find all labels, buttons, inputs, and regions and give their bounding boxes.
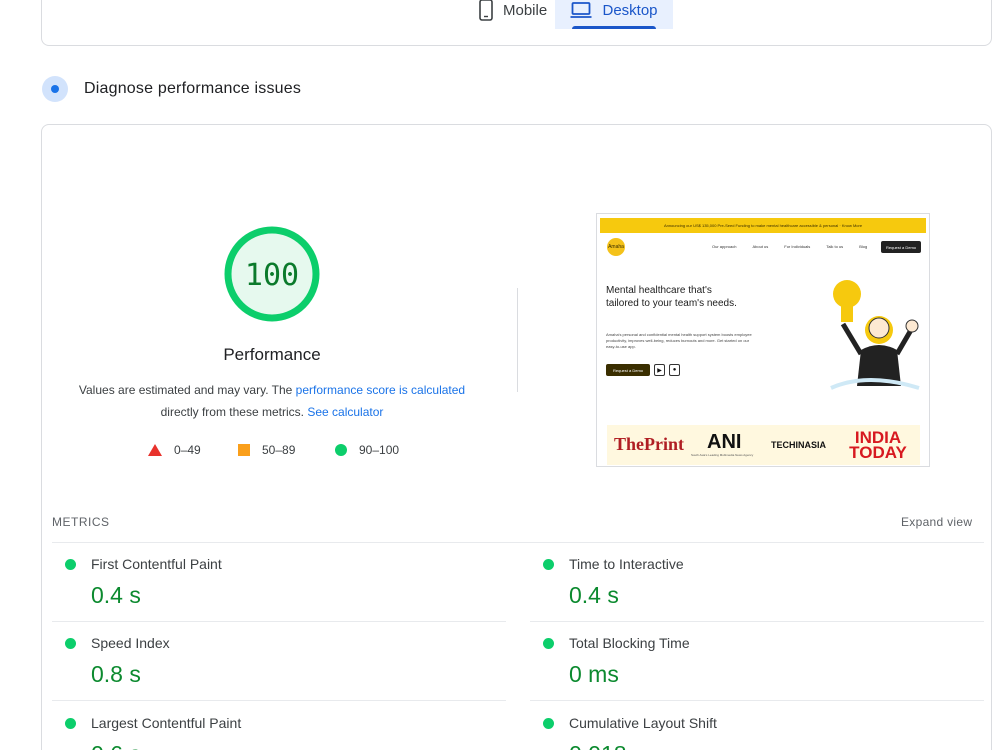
green-circle-icon: [543, 559, 554, 570]
green-circle-icon: [65, 718, 76, 729]
thumb-logo: Amaha: [607, 238, 625, 256]
orange-square-icon: [238, 444, 250, 456]
metric-first-contentful-paint: First Contentful Paint 0.4 s: [52, 542, 492, 620]
metrics-heading: METRICS: [52, 515, 110, 529]
thumb-logo-techinasia: TECHINASIA: [771, 440, 827, 450]
thumb-nav: Our approach About us For Individuals Ta…: [712, 244, 867, 249]
diagnose-icon: [42, 76, 68, 102]
apple-icon: ●: [669, 364, 680, 376]
thumb-copy: Amaha's personal and confidential mental…: [606, 332, 752, 349]
thumb-nav-item: Our approach: [712, 244, 737, 249]
thumb-headline: Mental healthcare that's tailored to you…: [606, 285, 737, 309]
green-circle-icon: [543, 718, 554, 729]
thumb-logo-theprint: ThePrint: [614, 434, 684, 454]
metric-speed-index: Speed Index 0.8 s: [52, 621, 492, 699]
green-circle-icon: [543, 638, 554, 649]
metric-name: First Contentful Paint: [91, 556, 222, 572]
red-triangle-icon: [148, 444, 162, 456]
tab-mobile[interactable]: Mobile: [465, 0, 561, 29]
tab-desktop-label: Desktop: [602, 1, 658, 19]
legend-average-range: 50–89: [262, 443, 296, 457]
performance-label: Performance: [223, 345, 321, 364]
play-store-icon: ▶: [654, 364, 665, 376]
performance-score: 100: [244, 258, 300, 293]
metric-name: Speed Index: [91, 635, 170, 651]
see-calculator-link[interactable]: See calculator: [307, 405, 383, 419]
metric-cumulative-layout-shift: Cumulative Layout Shift 0.018: [530, 701, 970, 750]
metric-value: 0.4 s: [569, 582, 619, 608]
green-circle-icon: [335, 444, 347, 456]
expand-view-button[interactable]: Expand view: [901, 515, 972, 529]
illustration-person-icon: [830, 280, 920, 390]
performance-score-link[interactable]: performance score is calculated: [296, 383, 465, 397]
metric-name: Time to Interactive: [569, 556, 684, 572]
thumb-nav-item: Blog: [859, 244, 868, 249]
green-circle-icon: [65, 638, 76, 649]
green-circle-icon: [65, 559, 76, 570]
thumb-nav-item: For Individuals: [784, 244, 811, 249]
estimate-text-2: directly from these metrics.: [160, 405, 304, 419]
metric-largest-contentful-paint: Largest Contentful Paint 0.6 s: [52, 701, 492, 750]
legend-fail: 0–49: [148, 443, 201, 457]
legend-fail-range: 0–49: [174, 443, 201, 457]
metric-time-to-interactive: Time to Interactive 0.4 s: [530, 542, 970, 620]
thumb-logo-indiatoday-2: TODAY: [849, 443, 907, 462]
thumb-logo-indiatoday: INDIA TODAY: [843, 429, 913, 462]
selected-tab-indicator: [572, 26, 656, 29]
metric-name: Cumulative Layout Shift: [569, 715, 717, 731]
page-screenshot-thumbnail: Announcing our US$ 135,000 Pre-Seed Fund…: [596, 213, 930, 467]
estimate-note: Values are estimated and may vary. The p…: [62, 379, 482, 423]
legend-average: 50–89: [238, 443, 295, 457]
legend-pass-range: 90–100: [359, 443, 400, 457]
thumb-nav-item: About us: [752, 244, 769, 249]
thumb-button: Request a Demo: [606, 364, 650, 376]
thumb-nav-item: Talk to us: [826, 244, 844, 249]
metric-name: Total Blocking Time: [569, 635, 690, 651]
metric-value: 0 ms: [569, 661, 619, 687]
legend-pass: 90–100: [335, 443, 399, 457]
vertical-divider: [517, 288, 518, 392]
tab-mobile-label: Mobile: [503, 1, 548, 19]
metric-value: 0.6 s: [91, 741, 141, 750]
metric-total-blocking-time: Total Blocking Time 0 ms: [530, 621, 970, 699]
thumb-cta: Request a Demo: [881, 241, 921, 253]
diagnose-section-header: Diagnose performance issues: [42, 76, 301, 102]
estimate-text-1: Values are estimated and may vary. The: [78, 383, 296, 397]
metric-value: 0.8 s: [91, 661, 141, 687]
device-tabs-card: Mobile Desktop: [41, 0, 992, 46]
metric-value: 0.4 s: [91, 582, 141, 608]
laptop-icon: [570, 2, 592, 18]
diagnose-title: Diagnose performance issues: [84, 80, 302, 97]
thumb-banner: Announcing our US$ 135,000 Pre-Seed Fund…: [600, 218, 926, 233]
metric-name: Largest Contentful Paint: [91, 715, 242, 731]
thumb-logo-ani: ANI: [707, 431, 742, 453]
thumb-logo-ani-sub: South Asia's Leading Multimedia News Age…: [691, 453, 754, 457]
phone-icon: [479, 0, 493, 21]
tab-desktop[interactable]: Desktop: [555, 0, 673, 29]
metric-value: 0.018: [569, 741, 627, 750]
